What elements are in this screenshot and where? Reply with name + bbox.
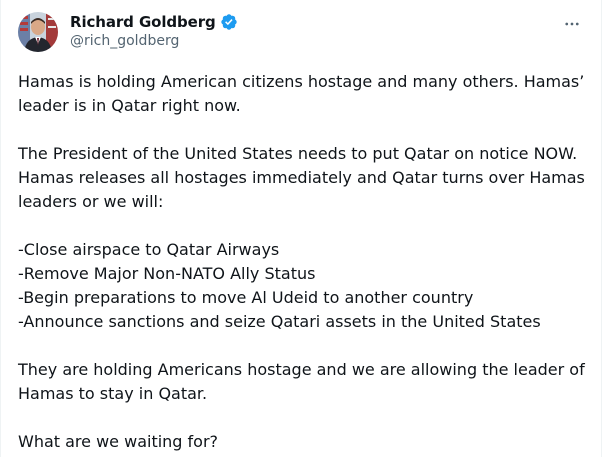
tweet-list-item: -Announce sanctions and seize Qatari ass… xyxy=(18,312,541,331)
tweet-paragraph-2-line-2: Hamas releases all hostages immediately … xyxy=(18,168,590,211)
tweet-list-item: -Close airspace to Qatar Airways xyxy=(18,240,280,259)
avatar[interactable] xyxy=(18,12,58,52)
tweet-paragraph-4: What are we waiting for? xyxy=(18,432,219,451)
avatar-image xyxy=(18,12,58,52)
author-display-name[interactable]: Richard Goldberg xyxy=(70,13,216,31)
tweet-text: Hamas is holding American citizens hosta… xyxy=(18,70,588,454)
card-border-left xyxy=(0,0,1,457)
tweet-paragraph-1: Hamas is holding American citizens hosta… xyxy=(18,72,590,115)
tweet-card: Richard Goldberg @rich_goldberg Hamas is… xyxy=(0,0,602,457)
tweet-paragraph-2-line-1: The President of the United States needs… xyxy=(18,144,578,163)
author-handle[interactable]: @rich_goldberg xyxy=(70,33,179,49)
verified-badge-icon[interactable] xyxy=(220,13,238,31)
tweet-list-item: -Begin preparations to move Al Udeid to … xyxy=(18,288,474,307)
tweet-list-item: -Remove Major Non-NATO Ally Status xyxy=(18,264,316,283)
more-horizontal-icon xyxy=(565,22,579,26)
more-options-button[interactable] xyxy=(560,12,584,36)
author-name-row: Richard Goldberg xyxy=(70,13,238,31)
tweet-paragraph-3: They are holding Americans hostage and w… xyxy=(18,360,590,403)
